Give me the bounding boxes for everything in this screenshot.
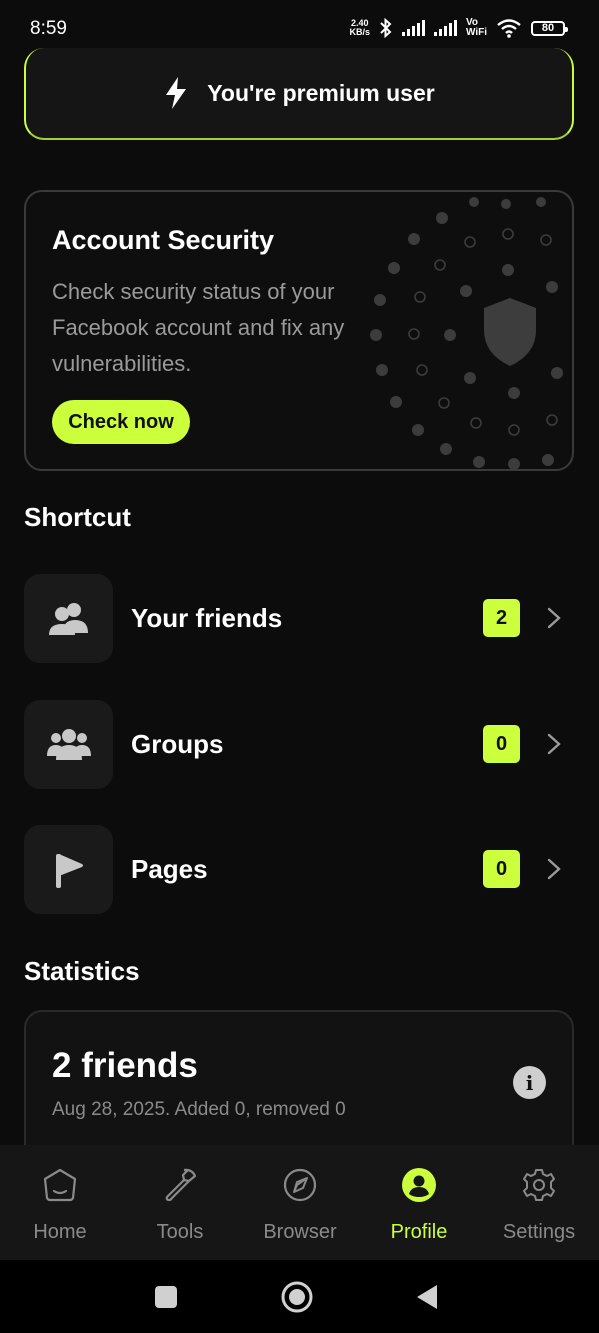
- signal-icon: [433, 20, 457, 36]
- bottom-navigation: Home Tools Browser Profile Settings: [0, 1145, 599, 1260]
- statistics-title: 2 friends: [52, 1046, 198, 1085]
- flag-icon: [55, 853, 83, 888]
- nav-label: Home: [33, 1221, 87, 1243]
- net-speed-unit: KB/s: [349, 27, 370, 37]
- count-badge: 2: [483, 599, 520, 637]
- premium-banner[interactable]: You're premium user: [24, 48, 574, 140]
- account-security-title: Account Security: [52, 225, 275, 255]
- compass-icon: [283, 1168, 317, 1202]
- gear-icon: [523, 1169, 555, 1201]
- bluetooth-icon: [380, 18, 392, 38]
- flag-icon-tile: [24, 825, 113, 914]
- shortcut-label: Groups: [131, 729, 224, 759]
- statistics-subtitle: Aug 28, 2025. Added 0, removed 0: [52, 1099, 346, 1120]
- vowifi-bottom: WiFi: [465, 27, 487, 38]
- nav-label: Tools: [156, 1221, 204, 1243]
- nav-settings[interactable]: Settings: [479, 1145, 599, 1260]
- bolt-icon: [166, 77, 187, 109]
- premium-text: You're premium user: [207, 79, 435, 106]
- count-badge: 0: [483, 725, 520, 763]
- chevron-right-icon: [547, 858, 561, 880]
- shortcut-label: Pages: [131, 854, 208, 884]
- status-time: 8:59: [30, 18, 67, 39]
- groups-icon: [46, 728, 91, 760]
- friends-icon: [48, 602, 88, 635]
- recent-apps-button[interactable]: [154, 1285, 178, 1309]
- back-button[interactable]: [414, 1283, 440, 1311]
- system-navigation-bar: [0, 1260, 599, 1333]
- nav-label: Browser: [263, 1221, 337, 1243]
- info-icon[interactable]: i: [513, 1066, 546, 1099]
- network-speed: 2.40 KB/s: [349, 19, 370, 37]
- nav-home[interactable]: Home: [0, 1145, 120, 1260]
- nav-profile[interactable]: Profile: [359, 1145, 479, 1260]
- vowifi-indicator: Vo WiFi: [466, 18, 487, 38]
- check-now-button[interactable]: Check now: [52, 400, 190, 444]
- nav-label: Profile: [390, 1221, 448, 1243]
- wrench-icon: [165, 1168, 197, 1202]
- shortcut-heading: Shortcut: [24, 502, 131, 532]
- dot-pattern-decoration: [370, 197, 563, 469]
- shortcut-row-pages[interactable]: Pages 0: [24, 825, 574, 915]
- statistics-heading: Statistics: [24, 956, 140, 986]
- shortcut-label: Your friends: [131, 603, 283, 633]
- account-security-description: Check security status of your Facebook a…: [52, 279, 345, 376]
- nav-browser[interactable]: Browser: [240, 1145, 360, 1260]
- friends-icon-tile: [24, 574, 113, 663]
- chevron-right-icon: [547, 607, 561, 629]
- home-icon: [43, 1168, 77, 1202]
- wifi-icon: [497, 19, 521, 38]
- battery-indicator: 80: [531, 20, 568, 36]
- nav-tools[interactable]: Tools: [120, 1145, 240, 1260]
- nav-label: Settings: [502, 1221, 576, 1243]
- home-button[interactable]: [280, 1280, 314, 1314]
- chevron-right-icon: [547, 733, 561, 755]
- profile-icon: [402, 1168, 436, 1202]
- shortcut-row-your-friends[interactable]: Your friends 2: [24, 574, 574, 664]
- shield-icon: [484, 298, 536, 366]
- shortcut-row-groups[interactable]: Groups 0: [24, 700, 574, 790]
- account-security-card: Account Security Check security status o…: [24, 190, 574, 471]
- signal-icon: [401, 20, 425, 36]
- count-badge: 0: [483, 850, 520, 888]
- status-icons: 2.40 KB/s Vo WiFi 80: [349, 18, 568, 38]
- groups-icon-tile: [24, 700, 113, 789]
